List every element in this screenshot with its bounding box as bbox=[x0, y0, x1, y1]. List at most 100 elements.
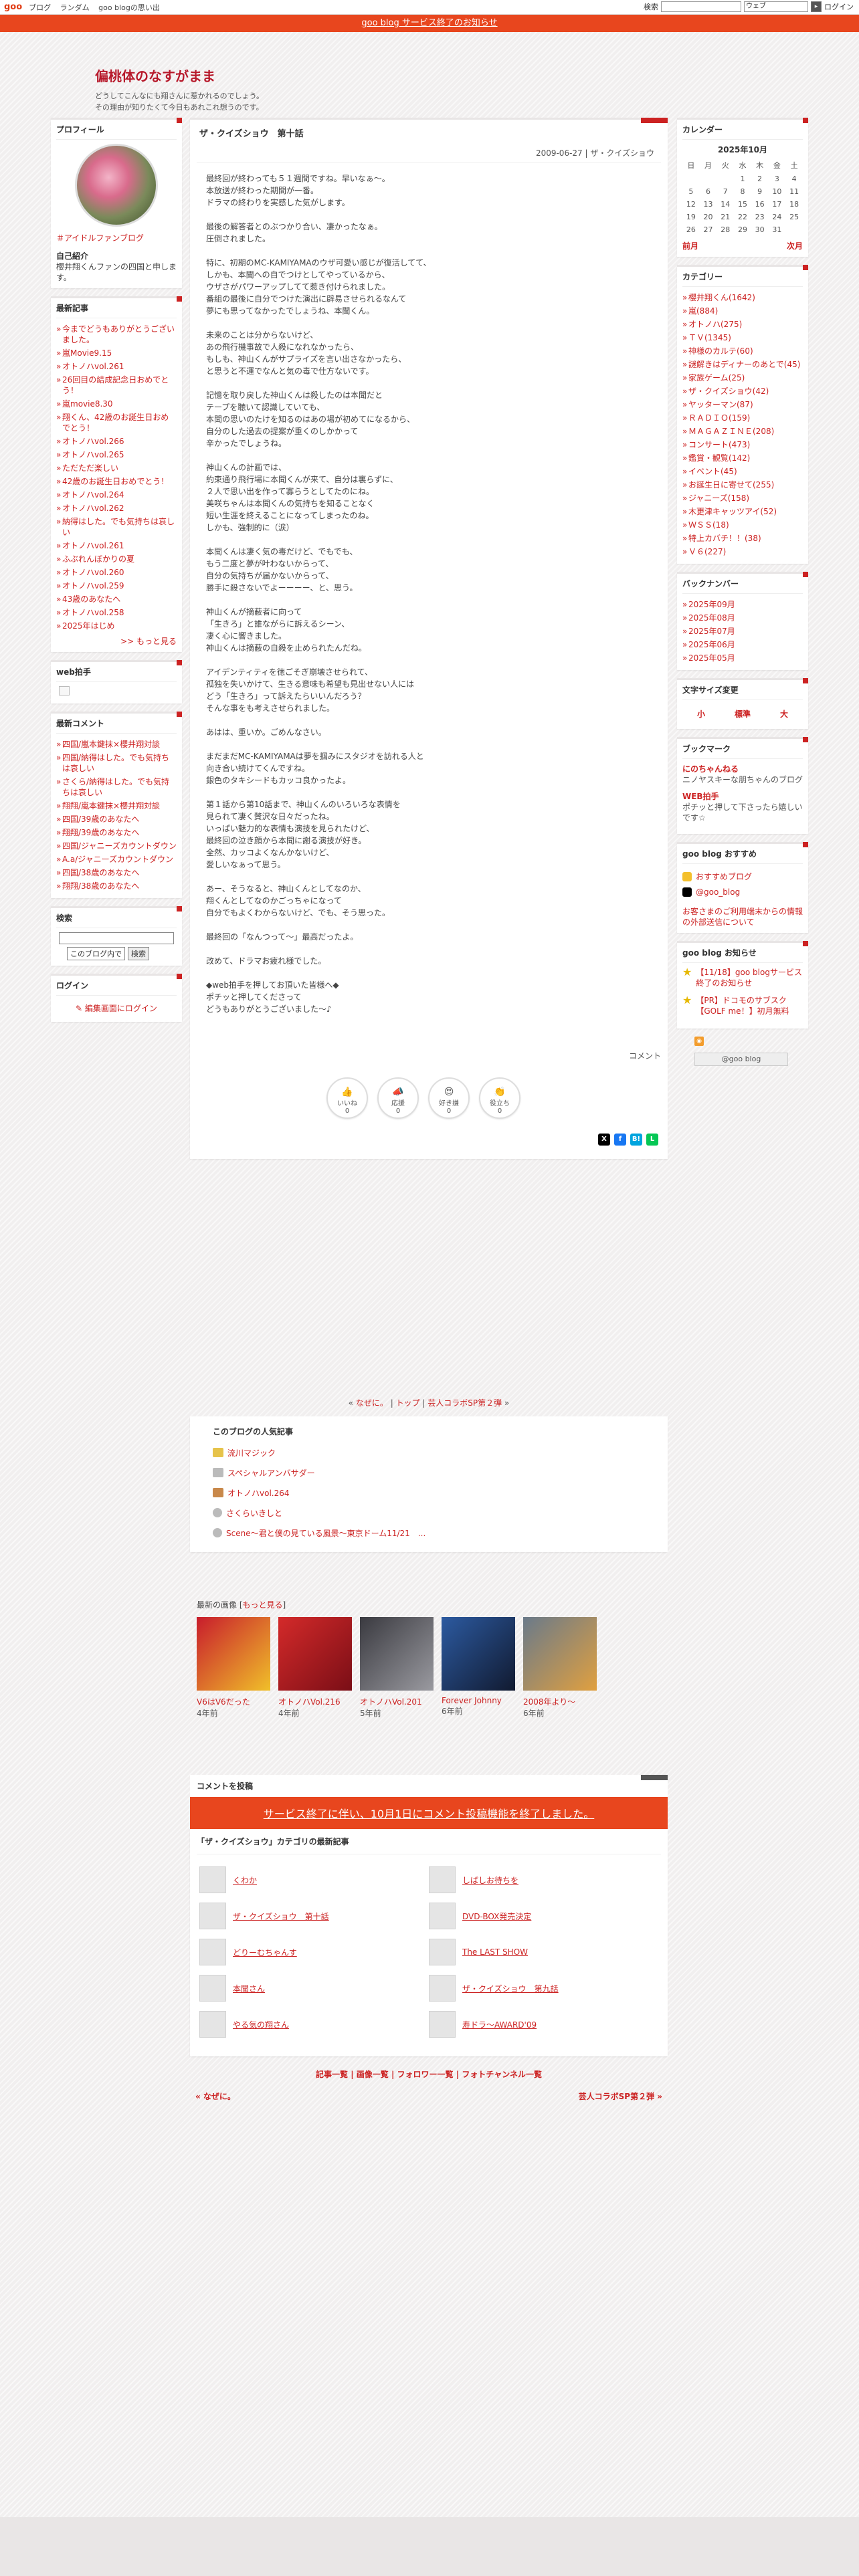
recent-comment-link[interactable]: A.a/ジャニーズカウントダウン bbox=[56, 853, 177, 866]
category-post-item[interactable]: DVD-BOX発売決定 bbox=[429, 1903, 658, 1929]
goo-blog-badge[interactable]: @goo blog bbox=[694, 1053, 788, 1066]
blog-search-button[interactable]: 検索 bbox=[128, 947, 149, 960]
recent-comment-link[interactable]: 翔翔/39歳のあなたへ bbox=[56, 826, 177, 839]
reaction-helpful-button[interactable]: 👏 役立ち 0 bbox=[479, 1077, 520, 1119]
top-login-link[interactable]: ログイン bbox=[824, 1, 854, 12]
recent-post-link[interactable]: オトノハvol.261 bbox=[56, 539, 177, 552]
recent-posts-more-link[interactable]: >> もっと見る bbox=[56, 635, 177, 647]
recent-post-link[interactable]: 42歳のお誕生日おめでとう！ bbox=[56, 475, 177, 488]
recent-post-link[interactable]: ふぶれんぼかりの夏 bbox=[56, 552, 177, 566]
category-post-link[interactable]: ザ・クイズショウ 第九話 bbox=[462, 1983, 559, 1994]
reaction-cheer-button[interactable]: 📣 応援 0 bbox=[377, 1077, 419, 1119]
category-link[interactable]: 特上カバチ！！(38) bbox=[682, 532, 803, 545]
recent-post-link[interactable]: オトノハvol.260 bbox=[56, 566, 177, 579]
pager-next-link[interactable]: 芸人コラボSP第２弾 bbox=[427, 1398, 502, 1408]
category-link[interactable]: コンサート(473) bbox=[682, 438, 803, 451]
popular-post-item[interactable]: オトノハvol.264 bbox=[213, 1483, 645, 1503]
footer-link-images[interactable]: 画像一覧 bbox=[357, 2070, 389, 2079]
backnumber-link[interactable]: 2025年05月 bbox=[682, 651, 803, 665]
category-link[interactable]: ＭＡＧＡＺＩＮＥ(208) bbox=[682, 425, 803, 438]
webclap-image-icon[interactable] bbox=[59, 686, 70, 695]
recent-post-link[interactable]: ただただ楽しい bbox=[56, 461, 177, 475]
category-link[interactable]: ジャニーズ(158) bbox=[682, 492, 803, 505]
recent-image-card[interactable]: V6はV6だった 4年前 bbox=[197, 1617, 270, 1719]
recent-comment-link[interactable]: さくら/納得はした。でも気持ちは哀しい bbox=[56, 775, 177, 799]
popular-post-item[interactable]: スペシャルアンバサダー bbox=[213, 1463, 645, 1483]
recent-comment-link[interactable]: 翔翔/38歳のあなたへ bbox=[56, 879, 177, 893]
rss-icon[interactable]: ◉ bbox=[694, 1037, 704, 1046]
recent-comment-link[interactable]: 四国/38歳のあなたへ bbox=[56, 866, 177, 879]
goo-notice-item[interactable]: ★ 【PR】ドコモのサブスク【GOLF me！】初月無料 bbox=[682, 995, 803, 1016]
category-post-item[interactable]: 寿ドラ〜AWARD'09 bbox=[429, 2011, 658, 2038]
category-post-link[interactable]: DVD-BOX発売決定 bbox=[462, 1911, 531, 1922]
calendar-prev-month[interactable]: 前月 bbox=[682, 240, 698, 251]
category-post-link[interactable]: しばしお待ちを bbox=[462, 1874, 518, 1886]
category-link[interactable]: 謎解きはディナーのあとで(45) bbox=[682, 358, 803, 371]
fontsize-large-button[interactable]: 大 bbox=[780, 708, 788, 720]
recent-post-link[interactable]: 26回目の結成記念日おめでとう！ bbox=[56, 373, 177, 397]
category-post-item[interactable]: しばしお待ちを bbox=[429, 1866, 658, 1893]
top-search-button[interactable]: ▸ bbox=[811, 1, 822, 12]
recent-post-link[interactable]: オトノハvol.262 bbox=[56, 502, 177, 515]
recent-image-card[interactable]: Forever Johnny 6年前 bbox=[442, 1617, 515, 1719]
category-post-item[interactable]: ザ・クイズショウ 第十話 bbox=[199, 1903, 429, 1929]
footer-next-link[interactable]: 芸人コラボSP第２弾 » bbox=[579, 2090, 662, 2102]
category-post-item[interactable]: ザ・クイズショウ 第九話 bbox=[429, 1975, 658, 2002]
recent-post-link[interactable]: 2025年はじめ bbox=[56, 619, 177, 633]
category-link[interactable]: 櫻井翔くん(1642) bbox=[682, 291, 803, 304]
category-link[interactable]: 家族ゲーム(25) bbox=[682, 371, 803, 385]
topnav-random[interactable]: ランダム bbox=[60, 3, 90, 12]
recent-comment-link[interactable]: 四国/39歳のあなたへ bbox=[56, 813, 177, 826]
category-post-link[interactable]: 寿ドラ〜AWARD'09 bbox=[462, 2019, 537, 2030]
recent-post-link[interactable]: オトノハvol.259 bbox=[56, 579, 177, 593]
category-link[interactable]: オトノハ(275) bbox=[682, 318, 803, 331]
recent-post-link[interactable]: 納得はした。でも気持ちは哀しい bbox=[56, 515, 177, 539]
recent-image-thumbnail[interactable] bbox=[523, 1617, 597, 1691]
calendar-next-month[interactable]: 次月 bbox=[787, 240, 803, 251]
recent-images-more-link[interactable]: もっと見る bbox=[243, 1600, 283, 1610]
popular-post-item[interactable]: 流川マジック bbox=[213, 1442, 645, 1463]
facebook-share-icon[interactable]: f bbox=[614, 1134, 626, 1146]
recent-comment-link[interactable]: 四国/ジャニーズカウントダウン bbox=[56, 839, 177, 853]
footer-prev-link[interactable]: « なぜに。 bbox=[195, 2090, 235, 2102]
goo-notice-link[interactable]: 【11/18】goo blogサービス終了のお知らせ bbox=[696, 967, 803, 988]
recent-image-card[interactable]: 2008年より〜 6年前 bbox=[523, 1617, 597, 1719]
category-post-link[interactable]: どりーむちゃんす bbox=[233, 1947, 297, 1958]
recent-post-link[interactable]: 翔くん、42歳のお誕生日おめでとう！ bbox=[56, 411, 177, 435]
category-post-link[interactable]: くわか bbox=[233, 1874, 257, 1886]
pager-prev-link[interactable]: なぜに。 bbox=[356, 1398, 388, 1408]
article-comment-link[interactable]: コメント bbox=[190, 1050, 668, 1061]
footer-link-photo-channels[interactable]: フォトチャンネル一覧 bbox=[462, 2070, 542, 2079]
category-post-item[interactable]: どりーむちゃんす bbox=[199, 1939, 429, 1965]
category-link[interactable]: ヤッターマン(87) bbox=[682, 398, 803, 411]
category-post-item[interactable]: くわか bbox=[199, 1866, 429, 1893]
backnumber-link[interactable]: 2025年06月 bbox=[682, 638, 803, 651]
recent-image-caption[interactable]: 2008年より〜 bbox=[523, 1696, 597, 1707]
category-post-link[interactable]: ザ・クイズショウ 第十話 bbox=[233, 1911, 329, 1922]
bookmark-link[interactable]: WEB拍手 bbox=[682, 790, 803, 802]
top-search-input[interactable] bbox=[661, 1, 741, 12]
backnumber-link[interactable]: 2025年09月 bbox=[682, 598, 803, 611]
article-title[interactable]: ザ・クイズショウ 第十話 bbox=[190, 120, 668, 146]
popular-post-link[interactable]: オトノハvol.264 bbox=[227, 1487, 290, 1499]
x-share-icon[interactable]: X bbox=[598, 1134, 610, 1146]
backnumber-link[interactable]: 2025年07月 bbox=[682, 625, 803, 638]
popular-post-link[interactable]: Scene〜君と僕の見ている風景〜東京ドーム11/21 ... bbox=[226, 1527, 425, 1539]
category-link[interactable]: ＴＶ(1345) bbox=[682, 331, 803, 344]
popular-post-link[interactable]: スペシャルアンバサダー bbox=[227, 1467, 315, 1479]
recent-comment-link[interactable]: 翔翔/嵐本鍵抹×櫻井翔対談 bbox=[56, 799, 177, 813]
bookmark-link[interactable]: にのちゃんねる bbox=[682, 763, 803, 774]
topnav-memories[interactable]: goo blogの思い出 bbox=[98, 3, 160, 12]
backnumber-link[interactable]: 2025年08月 bbox=[682, 611, 803, 625]
popular-post-item[interactable]: Scene〜君と僕の見ている風景〜東京ドーム11/21 ... bbox=[213, 1523, 645, 1543]
recent-post-link[interactable]: オトノハvol.266 bbox=[56, 435, 177, 448]
popular-post-link[interactable]: さくらいきしと bbox=[226, 1507, 282, 1519]
recent-comment-link[interactable]: 四国/嵐本鍵抹×櫻井翔対談 bbox=[56, 738, 177, 751]
category-link[interactable]: ザ・クイズショウ(42) bbox=[682, 385, 803, 398]
recent-image-card[interactable]: オトノハVol.216 4年前 bbox=[278, 1617, 352, 1719]
goo-notice-link[interactable]: 【PR】ドコモのサブスク【GOLF me！】初月無料 bbox=[696, 995, 803, 1016]
category-post-link[interactable]: The LAST SHOW bbox=[462, 1947, 528, 1957]
popular-post-item[interactable]: さくらいきしと bbox=[213, 1503, 645, 1523]
pager-top-link[interactable]: トップ bbox=[396, 1398, 420, 1408]
service-end-notice[interactable]: goo blog サービス終了のお知らせ bbox=[0, 15, 859, 32]
